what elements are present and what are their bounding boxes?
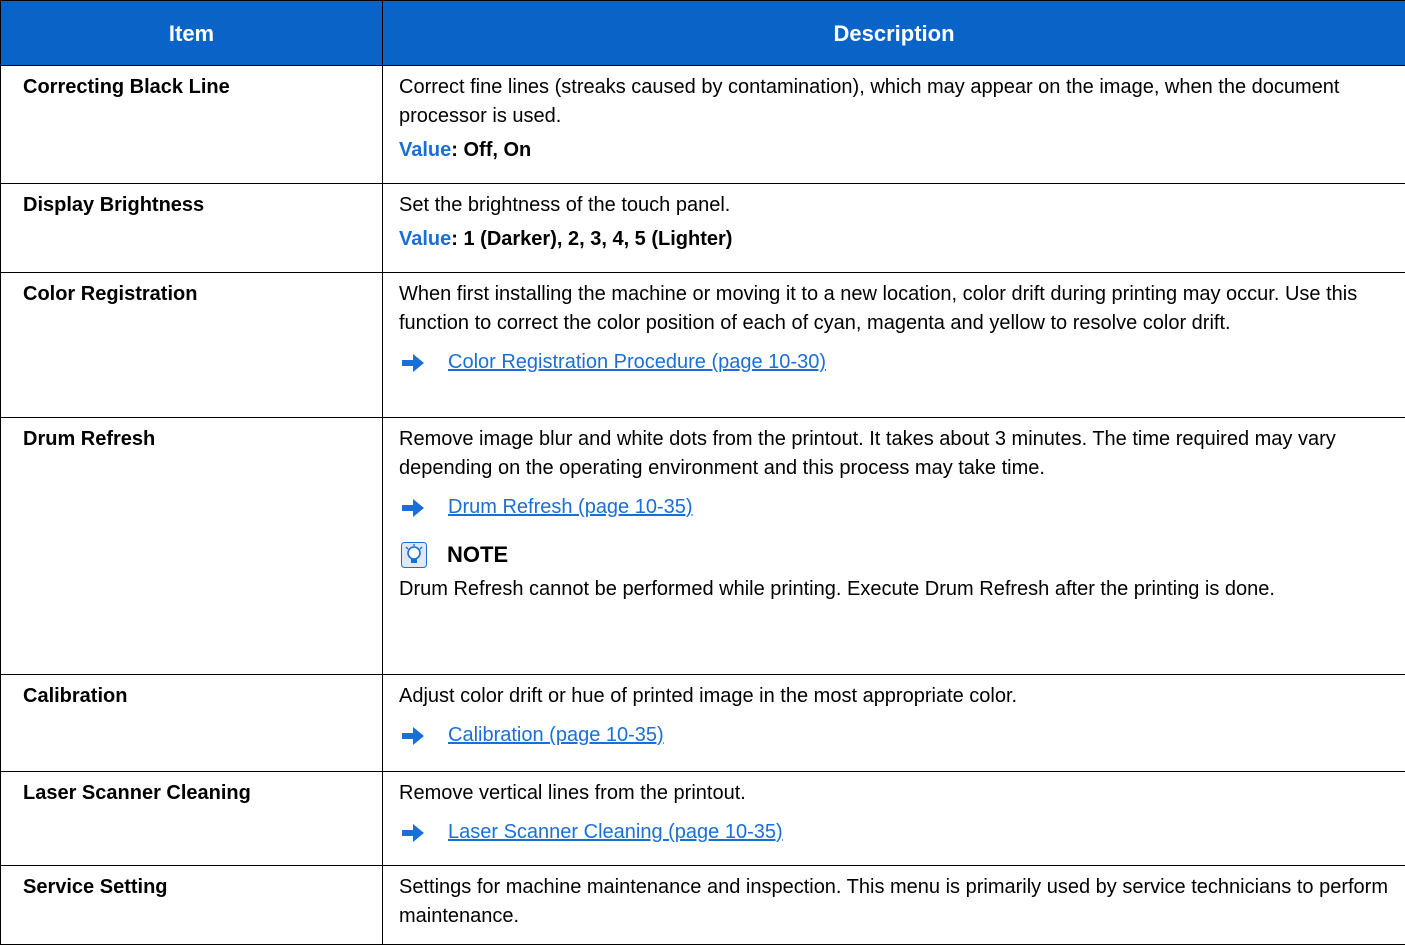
item-calibration: Calibration: [0, 674, 383, 772]
note-title: NOTE: [447, 542, 509, 567]
description-text: Adjust color drift or hue of printed ima…: [399, 685, 1018, 707]
description-cell: Remove vertical lines from the printout.…: [382, 771, 1405, 866]
value-label: Value: [399, 139, 452, 161]
table-row: Display Brightness Set the brightness of…: [0, 183, 1405, 273]
value-options: : 1 (Darker), 2, 3, 4, 5 (Lighter): [451, 228, 733, 250]
table-row: Drum Refresh Remove image blur and white…: [0, 417, 1405, 675]
settings-table: Item Description Correcting Black Line C…: [0, 0, 1405, 945]
description-text: Settings for machine maintenance and ins…: [399, 876, 1388, 927]
link-drum-refresh[interactable]: Drum Refresh (page 10-35): [448, 493, 693, 522]
reference-line: Calibration (page 10-35): [399, 721, 1389, 750]
item-laser-scanner-cleaning: Laser Scanner Cleaning: [0, 771, 383, 866]
description-cell: When first installing the machine or mov…: [382, 272, 1405, 418]
right-arrow-icon: [402, 498, 424, 517]
value-line: Value: 1 (Darker), 2, 3, 4, 5 (Lighter): [399, 225, 1389, 254]
description-cell: Adjust color drift or hue of printed ima…: [382, 674, 1405, 772]
item-service-setting: Service Setting: [0, 865, 383, 945]
reference-line: Color Registration Procedure (page 10-30…: [399, 348, 1389, 377]
description-cell: Settings for machine maintenance and ins…: [382, 865, 1405, 945]
description-text: When first installing the machine or mov…: [399, 283, 1358, 334]
description-cell: Correct fine lines (streaks caused by co…: [382, 65, 1405, 184]
table-row: Laser Scanner Cleaning Remove vertical l…: [0, 771, 1405, 866]
item-display-brightness: Display Brightness: [0, 183, 383, 273]
description-text: Correct fine lines (streaks caused by co…: [399, 76, 1340, 127]
table-row: Calibration Adjust color drift or hue of…: [0, 674, 1405, 772]
link-laser-scanner-cleaning[interactable]: Laser Scanner Cleaning (page 10-35): [448, 818, 783, 847]
table-row: Correcting Black Line Correct fine lines…: [0, 65, 1405, 184]
description-text: Remove image blur and white dots from th…: [399, 428, 1336, 479]
item-correcting-black-line: Correcting Black Line: [0, 65, 383, 184]
table-row: Color Registration When first installing…: [0, 272, 1405, 418]
description-text: Set the brightness of the touch panel.: [399, 194, 731, 216]
note-heading: NOTE: [399, 540, 1389, 569]
reference-line: Laser Scanner Cleaning (page 10-35): [399, 818, 1389, 847]
right-arrow-icon: [402, 726, 424, 745]
header-description: Description: [382, 0, 1405, 66]
reference-line: Drum Refresh (page 10-35): [399, 493, 1389, 522]
note-lightbulb-icon: [401, 541, 427, 568]
table-row: Service Setting Settings for machine mai…: [0, 865, 1405, 945]
value-line: Value: Off, On: [399, 136, 1389, 165]
value-label: Value: [399, 228, 452, 250]
header-item: Item: [0, 0, 383, 66]
link-calibration[interactable]: Calibration (page 10-35): [448, 721, 664, 750]
right-arrow-icon: [402, 823, 424, 842]
table-header-row: Item Description: [0, 0, 1405, 66]
description-cell: Remove image blur and white dots from th…: [382, 417, 1405, 675]
description-cell: Set the brightness of the touch panel. V…: [382, 183, 1405, 273]
item-color-registration: Color Registration: [0, 272, 383, 418]
value-options: : Off, On: [451, 139, 532, 161]
note-text: Drum Refresh cannot be performed while p…: [399, 578, 1275, 600]
item-drum-refresh: Drum Refresh: [0, 417, 383, 675]
link-color-registration-procedure[interactable]: Color Registration Procedure (page 10-30…: [448, 348, 826, 377]
description-text: Remove vertical lines from the printout.: [399, 782, 746, 804]
right-arrow-icon: [402, 353, 424, 372]
